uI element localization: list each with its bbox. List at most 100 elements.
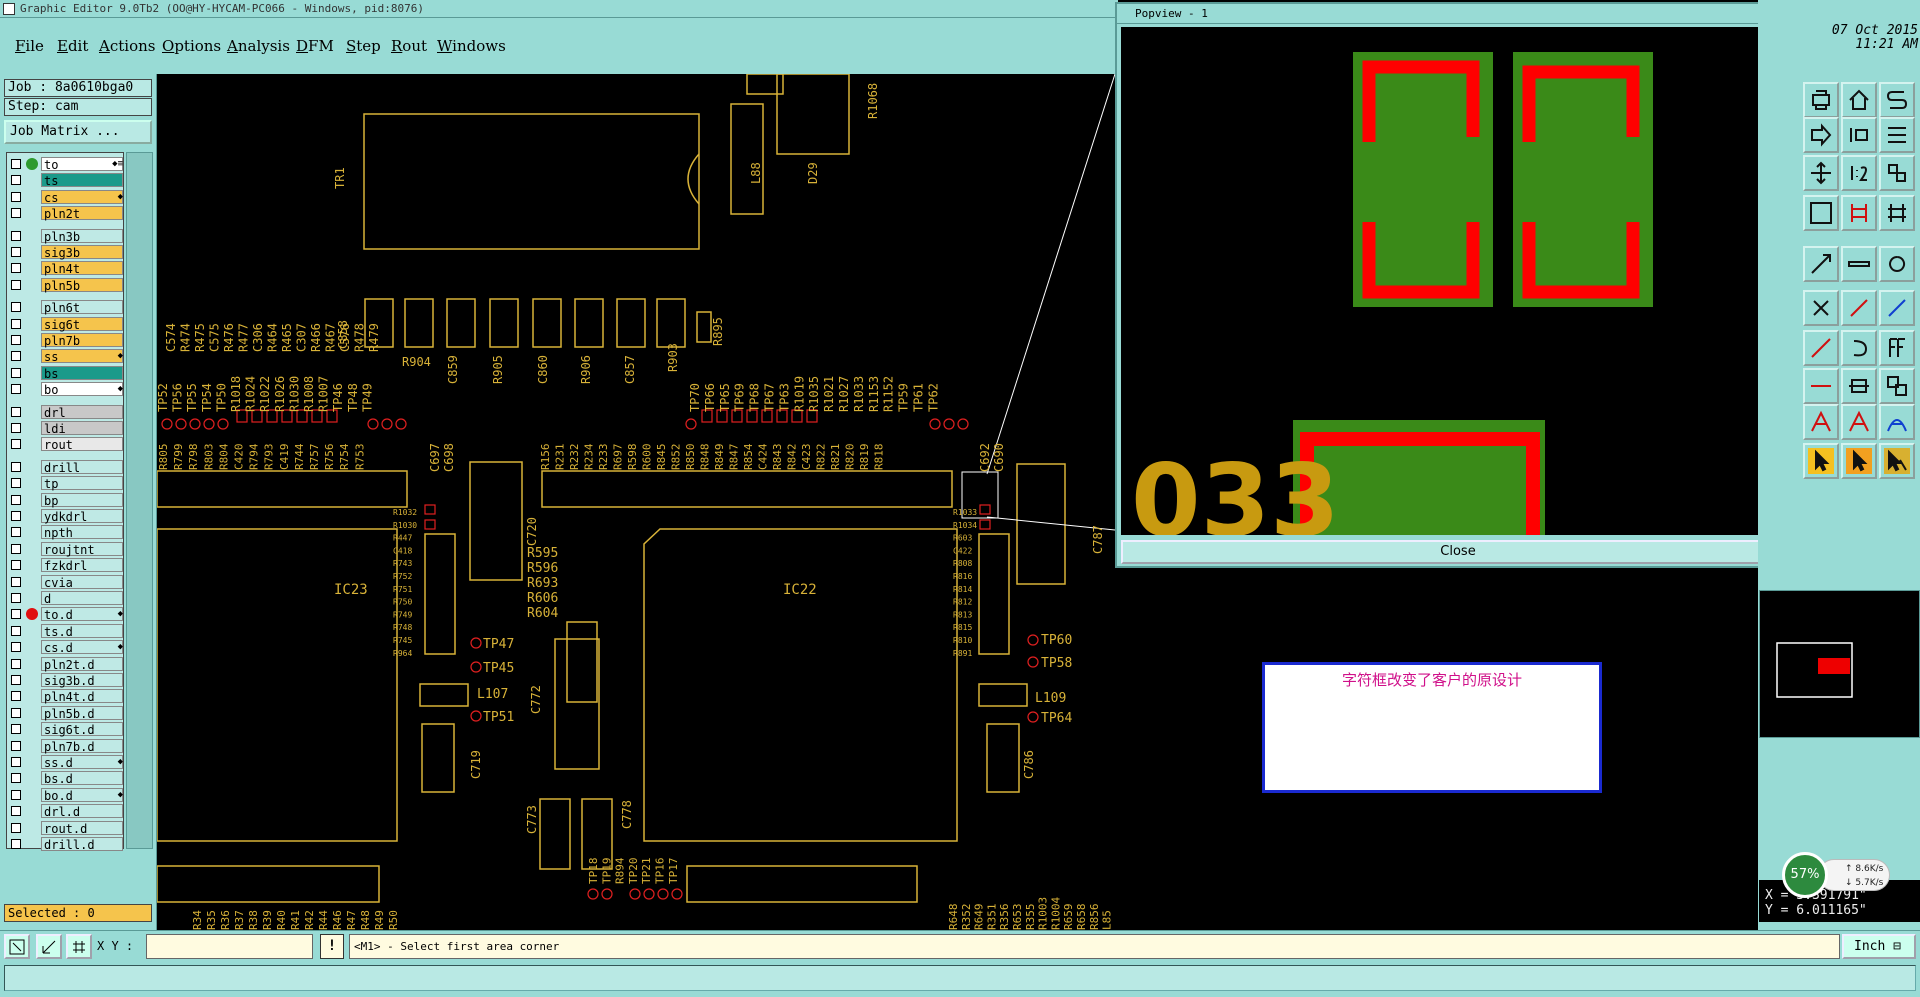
cursor-xy-icon[interactable]: [1879, 443, 1915, 479]
house-icon[interactable]: [1841, 82, 1877, 118]
layer-name[interactable]: cs.d: [41, 640, 123, 655]
layer-name[interactable]: pln4t.d: [41, 689, 123, 704]
layer-row-drill-d[interactable]: drill.d: [7, 837, 125, 852]
layer-name[interactable]: pln2t: [41, 206, 123, 221]
layer-row-cs-d[interactable]: cs.d ◆: [7, 640, 125, 655]
overview-map[interactable]: [1759, 590, 1920, 738]
line-red-icon[interactable]: [1803, 368, 1839, 404]
layer-menu-icon[interactable]: ◆: [118, 382, 123, 396]
layer-row-pln6t[interactable]: pln6t: [7, 300, 125, 315]
layer-name[interactable]: tp: [41, 476, 123, 491]
layer-name[interactable]: pln6t: [41, 300, 123, 315]
arch-red-icon[interactable]: [1841, 404, 1877, 440]
layer-name[interactable]: bp: [41, 492, 123, 508]
layer-name[interactable]: rout: [41, 437, 123, 452]
select-mode-icon[interactable]: [4, 934, 30, 959]
popview-canvas[interactable]: 033: [1121, 27, 1764, 535]
layer-row-pln3b[interactable]: pln3b: [7, 228, 125, 244]
print-icon[interactable]: [1803, 82, 1839, 118]
cursor-yellow-icon[interactable]: [1803, 443, 1839, 479]
layer-checkbox[interactable]: [11, 576, 21, 587]
layer-name[interactable]: ldi: [41, 421, 123, 436]
graphic-canvas[interactable]: IC23 IC22 TR1 L88 D29 R1068 C858 R904 C8…: [157, 74, 1115, 930]
layer-checkbox[interactable]: [11, 263, 21, 274]
layer-checkbox[interactable]: [11, 773, 21, 784]
layer-row-ydkdrl[interactable]: ydkdrl: [7, 509, 125, 524]
layer-row-ts[interactable]: ts: [7, 173, 125, 188]
snap-icon[interactable]: [1879, 155, 1915, 191]
layer-name[interactable]: pln7b.d: [41, 738, 123, 754]
layer-name[interactable]: cs: [41, 189, 123, 205]
layer-name[interactable]: roujtnt: [41, 541, 123, 557]
layer-checkbox[interactable]: [11, 461, 21, 472]
layer-name[interactable]: to.d: [41, 607, 123, 622]
layer-name[interactable]: ss.d: [41, 755, 123, 770]
layer-row-sig6t[interactable]: sig6t: [7, 316, 125, 332]
layer-name[interactable]: drill: [41, 459, 123, 475]
layer-name[interactable]: sig3b.d: [41, 673, 123, 688]
layer-row-pln5b-d[interactable]: pln5b.d: [7, 705, 125, 721]
layer-row-pln7b[interactable]: pln7b: [7, 333, 125, 348]
arrow-right-icon[interactable]: [1803, 117, 1839, 153]
layer-row-cvia[interactable]: cvia: [7, 574, 125, 590]
connect-red-icon[interactable]: [1841, 290, 1877, 326]
layer-name[interactable]: fzkdrl: [41, 558, 123, 573]
grid-s-icon[interactable]: [1879, 117, 1915, 153]
layer-checkbox[interactable]: [11, 675, 21, 685]
layer-checkbox[interactable]: [11, 367, 21, 378]
layer-checkbox[interactable]: [11, 593, 21, 603]
grid-icon[interactable]: [66, 934, 92, 959]
layer-row-drl[interactable]: drl: [7, 404, 125, 420]
copy-layers-icon[interactable]: [1879, 368, 1915, 404]
layer-row-sig3b-d[interactable]: sig3b.d: [7, 673, 125, 688]
layer-checkbox[interactable]: [11, 543, 21, 554]
xy-input[interactable]: [146, 934, 313, 959]
layer-name[interactable]: bo.d: [41, 787, 123, 803]
layer-checkbox[interactable]: [11, 335, 21, 345]
undo-arc-icon[interactable]: [1841, 330, 1877, 366]
ratio-icon[interactable]: [1841, 155, 1877, 191]
layer-checkbox[interactable]: [11, 279, 21, 290]
layer-name[interactable]: pln5b.d: [41, 705, 123, 721]
unit-selector[interactable]: Inch ⊟: [1842, 934, 1916, 959]
layer-checkbox[interactable]: [11, 247, 21, 257]
layer-menu-icon[interactable]: ◆: [118, 755, 123, 769]
slash-red-icon[interactable]: [1803, 330, 1839, 366]
triangle-red-icon[interactable]: [1803, 404, 1839, 440]
layer-name[interactable]: cvia: [41, 574, 123, 590]
layer-menu-icon[interactable]: ◆: [118, 788, 123, 802]
layer-row-bo[interactable]: bo ◆: [7, 382, 125, 397]
layer-checkbox[interactable]: [11, 511, 21, 521]
layer-checkbox[interactable]: [11, 406, 21, 417]
s-curve-icon[interactable]: [1879, 82, 1915, 118]
menu-windows[interactable]: Windows: [437, 37, 506, 55]
double-f-icon[interactable]: [1879, 330, 1915, 366]
layer-checkbox[interactable]: [11, 789, 21, 800]
layer-checkbox[interactable]: [11, 175, 21, 186]
layer-checkbox[interactable]: [11, 230, 21, 241]
grid-blank-icon[interactable]: [1803, 195, 1839, 231]
layer-row-pln2t-d[interactable]: pln2t.d: [7, 656, 125, 672]
job-matrix-button[interactable]: Job Matrix ...: [4, 120, 152, 144]
menu-options[interactable]: Options: [162, 37, 221, 55]
layer-name[interactable]: ss: [41, 349, 123, 364]
layer-row-pln7b-d[interactable]: pln7b.d: [7, 738, 125, 754]
cursor-orange-icon[interactable]: [1841, 443, 1877, 479]
layer-name[interactable]: bs.d: [41, 771, 123, 786]
layer-checkbox[interactable]: [11, 740, 21, 751]
layer-checkbox[interactable]: [11, 625, 21, 636]
layer-name[interactable]: to: [41, 157, 123, 172]
layer-row-ts-d[interactable]: ts.d: [7, 623, 125, 639]
layer-menu-icon[interactable]: ◆: [118, 349, 123, 363]
network-monitor[interactable]: ↑ 8.6K/s ↓ 5.7K/s 57%: [1782, 852, 1890, 898]
layer-checkbox[interactable]: [11, 757, 21, 767]
layer-name[interactable]: ydkdrl: [41, 509, 123, 524]
layer-checkbox[interactable]: [11, 351, 21, 362]
layer-row-to[interactable]: to ◆≡: [7, 157, 125, 172]
layer-row-pln2t[interactable]: pln2t: [7, 206, 125, 221]
layer-row-ss[interactable]: ss ◆: [7, 349, 125, 364]
layer-checkbox[interactable]: [11, 494, 21, 505]
layer-name[interactable]: bs: [41, 365, 123, 381]
draw-arrow-icon[interactable]: [1803, 246, 1839, 282]
layer-row-roujtnt[interactable]: roujtnt: [7, 541, 125, 557]
